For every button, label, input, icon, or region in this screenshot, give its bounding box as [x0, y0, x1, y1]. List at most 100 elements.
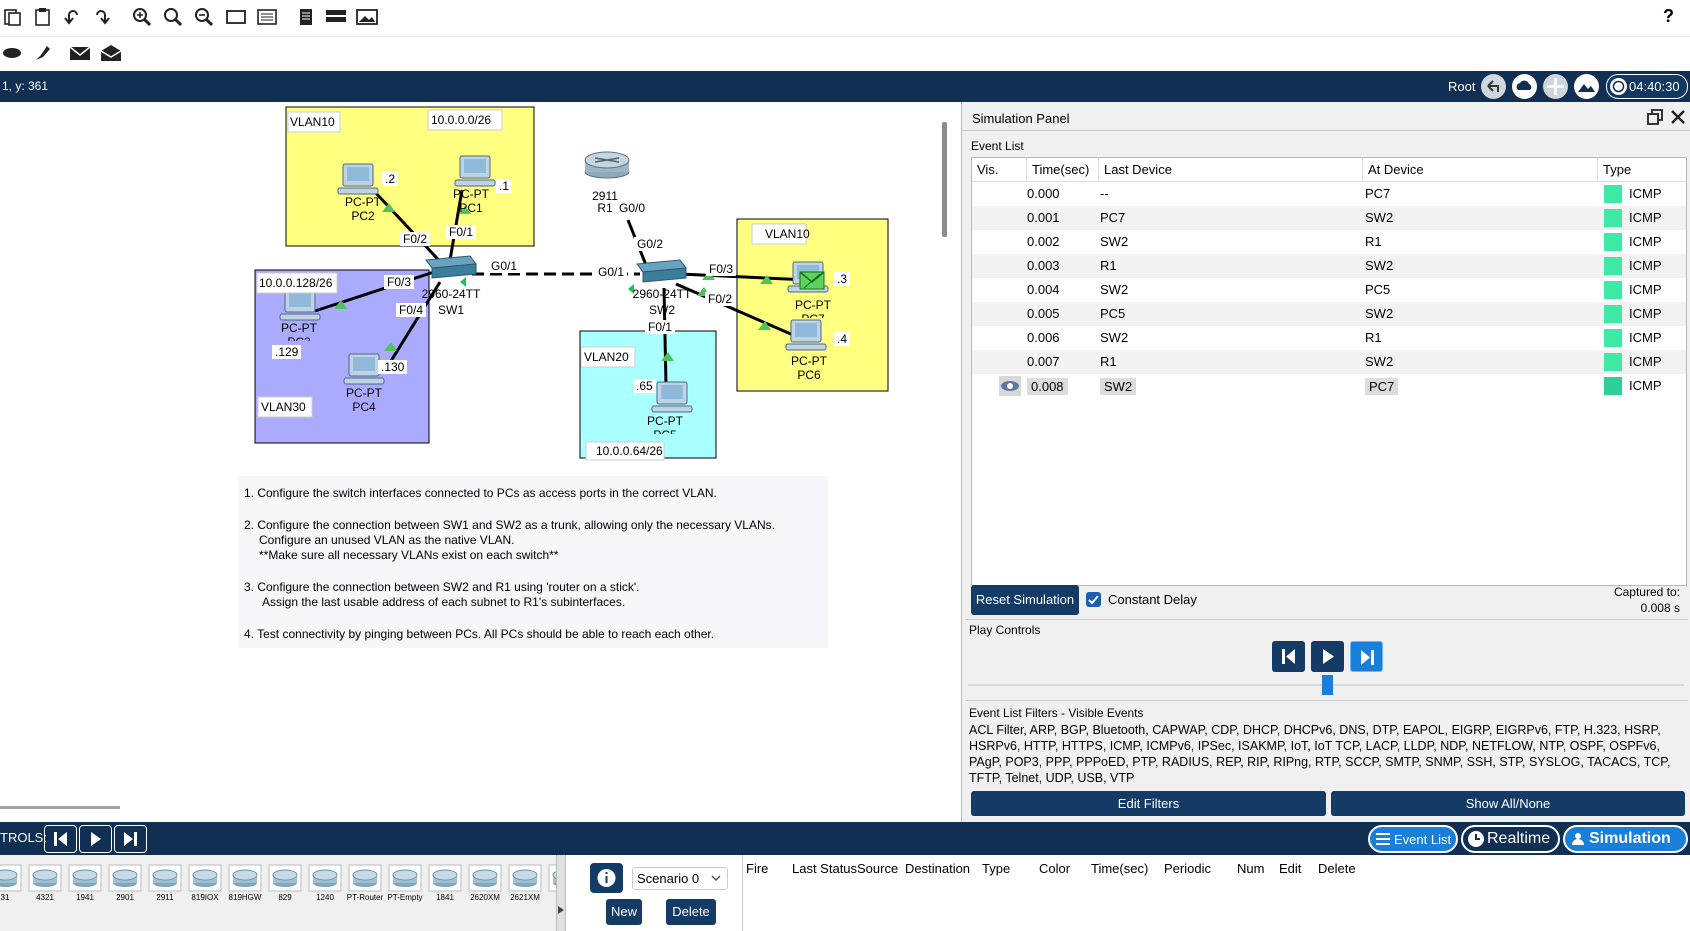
horizontal-scrollbar[interactable] — [0, 806, 120, 809]
event-row[interactable]: 0.000 -- PC7 ICMP — [972, 182, 1686, 206]
delete-scenario-button[interactable]: Delete — [666, 899, 716, 925]
col-type[interactable]: Type — [1603, 162, 1631, 177]
event-row[interactable]: 0.001 PC7 SW2 ICMP — [972, 206, 1686, 230]
event-list-toggle[interactable]: Event List — [1368, 825, 1458, 853]
move-icon[interactable] — [1543, 74, 1568, 99]
vertical-scrollbar[interactable] — [942, 122, 947, 237]
event-row[interactable]: 0.005 PC5 SW2 ICMP — [972, 302, 1686, 326]
device-router-icon[interactable] — [428, 863, 462, 897]
pdu-col-header[interactable]: Last Status — [792, 861, 857, 876]
pdu-col-header[interactable]: Color — [1039, 861, 1070, 876]
device-router-icon[interactable] — [228, 863, 262, 897]
clock-display[interactable]: 04:40:30 — [1606, 74, 1688, 99]
event-time: 0.001 — [1027, 210, 1060, 225]
subnet-label-1: 10.0.0.0/26 — [431, 113, 492, 127]
playback-slider-thumb[interactable] — [1322, 675, 1333, 695]
back-step-button[interactable] — [44, 825, 77, 853]
instructions-note[interactable]: 1. Configure the switch interfaces conne… — [238, 476, 828, 648]
ellipse-tool-icon[interactable] — [0, 41, 24, 65]
restore-icon[interactable] — [1646, 108, 1664, 129]
device-router-icon[interactable] — [0, 863, 22, 897]
undo-icon[interactable] — [61, 5, 85, 29]
logical-workspace[interactable]: VLAN10 10.0.0.0/26 10.0.0.128/26 VLAN30 … — [0, 102, 940, 809]
pc3-label[interactable]: PC-PTPC3 — [274, 321, 324, 341]
device-router-icon[interactable] — [108, 863, 142, 897]
realtime-mode-button[interactable]: Realtime — [1461, 825, 1560, 853]
new-scenario-button[interactable]: New — [606, 899, 642, 925]
event-row[interactable]: 0.003 R1 SW2 ICMP — [972, 254, 1686, 278]
reset-simulation-button[interactable]: Reset Simulation — [971, 585, 1079, 615]
forward-step-button[interactable] — [114, 825, 147, 853]
back-icon[interactable] — [1481, 74, 1506, 99]
sw2-label[interactable]: 2960-24TT SW2 — [627, 286, 697, 318]
pc4-label[interactable]: PC-PT PC4 — [337, 386, 391, 414]
pdu-col-header[interactable]: Time(sec) — [1091, 861, 1148, 876]
pc7-label[interactable]: PC-PTPC7 — [788, 298, 838, 318]
simple-pdu-icon[interactable] — [68, 41, 92, 65]
notes-icon[interactable] — [294, 5, 318, 29]
show-all-none-button[interactable]: Show All/None — [1331, 791, 1685, 816]
simulation-mode-button[interactable]: Simulation — [1563, 825, 1688, 853]
event-row[interactable]: 0.006 SW2 R1 ICMP — [972, 326, 1686, 350]
pdu-col-header[interactable]: Num — [1237, 861, 1264, 876]
freeform-tool-icon[interactable] — [30, 41, 54, 65]
bottom-play-button[interactable] — [79, 825, 112, 853]
constant-delay-checkbox[interactable] — [1086, 592, 1101, 607]
col-at-device[interactable]: At Device — [1368, 162, 1424, 177]
pc1-label[interactable]: PC-PT PC1 — [448, 187, 494, 215]
device-icon[interactable] — [324, 5, 348, 29]
device-router-icon[interactable] — [348, 863, 382, 897]
pdu-col-header[interactable]: Delete — [1318, 861, 1356, 876]
device-router-icon[interactable] — [148, 863, 182, 897]
edit-filters-button[interactable]: Edit Filters — [971, 791, 1326, 816]
zoom-out-icon[interactable] — [192, 5, 216, 29]
pdu-col-header[interactable]: Type — [982, 861, 1010, 876]
zoom-reset-icon[interactable] — [161, 5, 185, 29]
sw1-label[interactable]: 2960-24TT SW1 — [416, 286, 486, 318]
complex-pdu-icon[interactable] — [99, 41, 123, 65]
device-router-icon[interactable] — [268, 863, 302, 897]
palette-splitter[interactable] — [556, 855, 566, 931]
play-button[interactable] — [1311, 641, 1344, 672]
pdu-col-header[interactable]: Edit — [1279, 861, 1301, 876]
copy-icon[interactable] — [0, 5, 24, 29]
step-forward-button[interactable] — [1350, 641, 1383, 672]
device-router-icon[interactable] — [188, 863, 222, 897]
visible-eye-icon[interactable] — [999, 376, 1021, 396]
close-icon[interactable] — [1669, 108, 1687, 129]
device-router-icon[interactable] — [68, 863, 102, 897]
list-icon[interactable] — [255, 5, 279, 29]
scenario-select[interactable]: Scenario 0 — [632, 867, 728, 890]
event-row[interactable]: 0.007 R1 SW2 ICMP — [972, 350, 1686, 374]
device-router-icon[interactable] — [308, 863, 342, 897]
pc2-label[interactable]: PC-PT PC2 — [336, 195, 390, 223]
pc5-label[interactable]: PC-PTPC5 — [640, 414, 690, 434]
cloud-icon[interactable] — [1512, 74, 1537, 99]
event-row[interactable]: 0.004 SW2 PC5 ICMP — [972, 278, 1686, 302]
simulation-label: Simulation — [1589, 830, 1671, 847]
secondary-toolbar — [0, 37, 1690, 70]
col-vis[interactable]: Vis. — [977, 162, 998, 177]
col-time[interactable]: Time(sec) — [1032, 162, 1089, 177]
pdu-col-header[interactable]: Fire — [746, 861, 768, 876]
image-icon[interactable] — [355, 5, 379, 29]
paste-icon[interactable] — [30, 5, 54, 29]
col-last-device[interactable]: Last Device — [1104, 162, 1172, 177]
device-router-icon[interactable] — [28, 863, 62, 897]
device-router-icon[interactable] — [468, 863, 502, 897]
step-back-button[interactable] — [1272, 641, 1305, 672]
background-icon[interactable] — [1574, 74, 1599, 99]
event-row[interactable]: 0.002 SW2 R1 ICMP — [972, 230, 1686, 254]
event-row[interactable]: 0.008 SW2 PC7 ICMP — [972, 374, 1686, 398]
redo-icon[interactable] — [89, 5, 113, 29]
pdu-col-header[interactable]: Destination — [905, 861, 970, 876]
pdu-col-header[interactable]: Periodic — [1164, 861, 1211, 876]
device-router-icon[interactable] — [388, 863, 422, 897]
device-router-icon[interactable] — [508, 863, 542, 897]
info-button[interactable] — [590, 863, 623, 893]
window-icon[interactable] — [224, 5, 248, 29]
zoom-in-icon[interactable] — [130, 5, 154, 29]
help-icon[interactable]: ? — [1663, 6, 1674, 27]
pc6-label[interactable]: PC-PT PC6 — [782, 354, 836, 382]
pdu-col-header[interactable]: Source — [857, 861, 898, 876]
